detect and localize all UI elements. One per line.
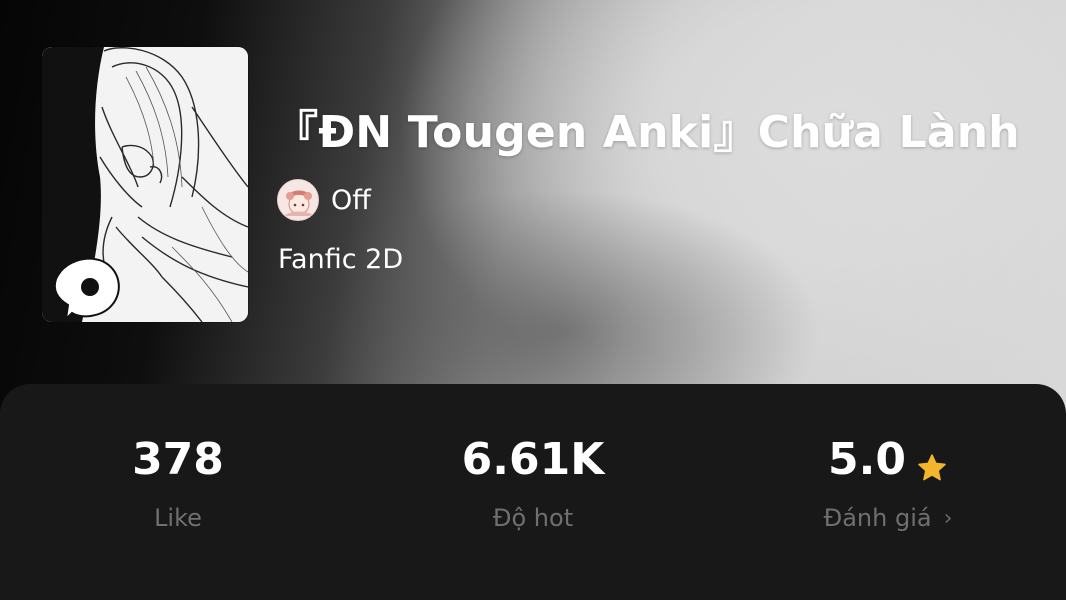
story-cover-image[interactable]	[42, 47, 248, 322]
rating-label: Đánh giá	[823, 504, 932, 532]
story-title: 『ĐN Tougen Anki』Chữa Lành	[274, 107, 1020, 158]
author-name[interactable]: Off	[331, 185, 371, 216]
chevron-right-icon: ›	[943, 505, 953, 531]
hot-label: Độ hot	[492, 504, 574, 532]
story-detail-screen: 『ĐN Tougen Anki』Chữa Lành Off Fanfic 2D …	[0, 0, 1066, 600]
hot-stat: 6.61K Độ hot	[383, 434, 683, 532]
rating-score: 5.0	[828, 434, 906, 485]
story-genre[interactable]: Fanfic 2D	[278, 244, 403, 275]
likes-stat: 378 Like	[28, 434, 328, 532]
likes-label: Like	[154, 504, 202, 532]
likes-count: 378	[132, 434, 224, 485]
stats-panel: 378 Like 6.61K Độ hot 5.0 Đánh giá ›	[0, 384, 1066, 600]
rating-label-link[interactable]: Đánh giá ›	[824, 504, 953, 532]
star-icon	[916, 444, 948, 481]
rating-value-row[interactable]: 5.0	[828, 434, 948, 486]
rating-stat[interactable]: 5.0 Đánh giá ›	[738, 434, 1038, 532]
author-link[interactable]: Off	[277, 178, 371, 222]
hot-score: 6.61K	[461, 434, 605, 485]
author-avatar[interactable]	[277, 179, 319, 221]
